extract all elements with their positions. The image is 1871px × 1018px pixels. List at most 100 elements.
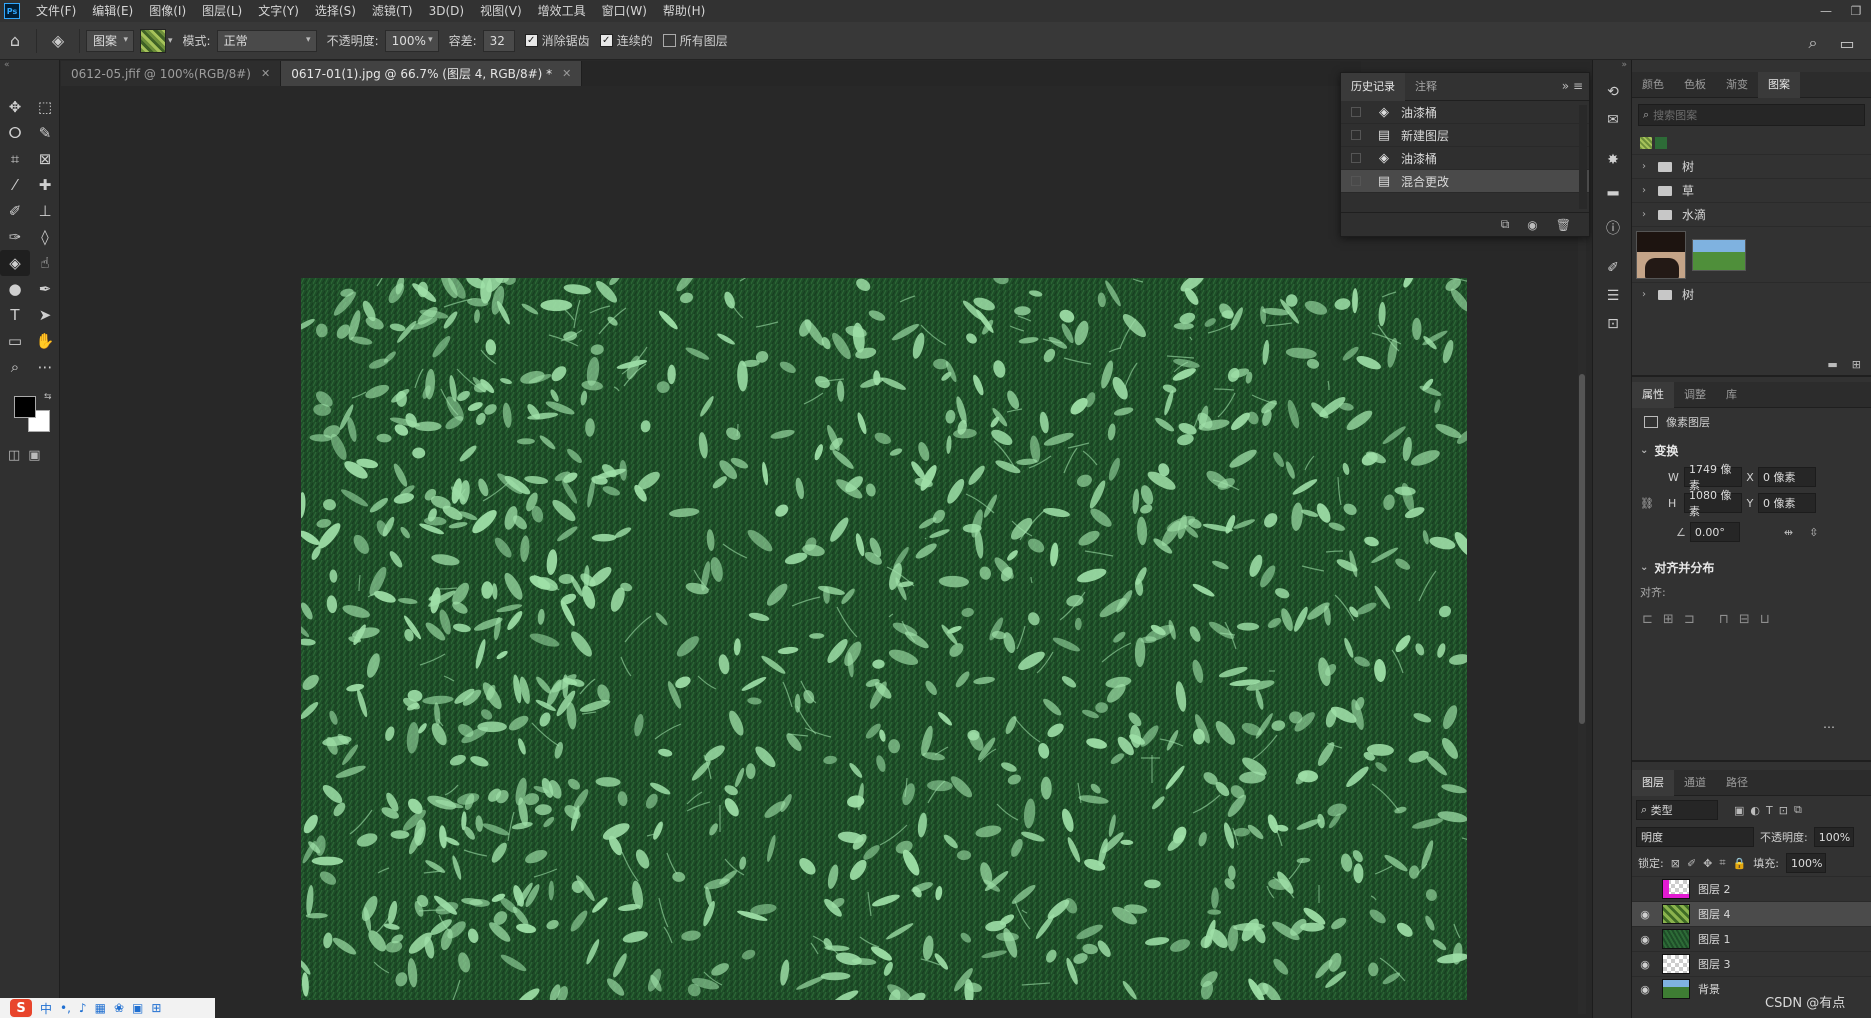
menu-file[interactable]: 文件(F)	[28, 0, 84, 22]
align-top-icon[interactable]: ⊓	[1719, 612, 1729, 627]
paint-bucket-preset-icon[interactable]: ◈	[43, 26, 73, 56]
lock-pixels-icon[interactable]: ✐	[1687, 857, 1696, 870]
lock-artboard-icon[interactable]: ⌗	[1719, 856, 1725, 870]
menu-select[interactable]: 选择(S)	[307, 0, 364, 22]
menu-plugins[interactable]: 增效工具	[530, 0, 594, 22]
collapse-icon[interactable]: «	[0, 60, 59, 70]
layer-row[interactable]: ◉ 图层 3	[1632, 951, 1871, 976]
type-filter-icon[interactable]: T	[1766, 804, 1773, 817]
history-item[interactable]: ▤ 新建图层	[1341, 124, 1589, 147]
opacity-field[interactable]: 100% ▾	[384, 29, 439, 52]
flip-vertical-icon[interactable]: ⇳	[1809, 526, 1818, 539]
eye-icon[interactable]: ◉	[1632, 958, 1658, 971]
fill-field[interactable]: 100%	[1786, 853, 1826, 873]
hand-tool-icon[interactable]: ✋	[30, 328, 60, 354]
move-tool-icon[interactable]: ✥	[0, 94, 30, 120]
folder-icon[interactable]: ▬	[1827, 358, 1837, 371]
align-bottom-icon[interactable]: ⊔	[1760, 612, 1770, 627]
keyboard-icon[interactable]: ▦	[95, 1001, 106, 1015]
history-checkbox[interactable]	[1351, 153, 1361, 163]
quick-select-tool-icon[interactable]: ✎	[30, 120, 60, 146]
lasso-tool-icon[interactable]: ⵔ	[0, 120, 30, 146]
menu-help[interactable]: 帮助(H)	[655, 0, 713, 22]
menu-view[interactable]: 视图(V)	[472, 0, 530, 22]
visibility-toggle[interactable]	[1632, 883, 1658, 896]
tab-color[interactable]: 颜色	[1632, 72, 1674, 98]
history-checkbox[interactable]	[1351, 130, 1361, 140]
pattern-group[interactable]: › 树	[1632, 282, 1871, 306]
history-icon[interactable]: ⟲	[1593, 78, 1633, 106]
menu-edit[interactable]: 编辑(E)	[84, 0, 141, 22]
align-right-icon[interactable]: ⊐	[1684, 612, 1695, 627]
lock-all-icon[interactable]: 🔒	[1733, 857, 1747, 870]
brush-settings-icon[interactable]: ✐	[1593, 254, 1633, 282]
align-hcenter-icon[interactable]: ⊞	[1663, 612, 1674, 627]
layer-opacity-field[interactable]: 100%	[1813, 827, 1854, 847]
pen-tool-icon[interactable]: ✒	[30, 276, 60, 302]
comment-icon[interactable]: ✉	[1593, 106, 1633, 134]
angle-field[interactable]: 0.00°	[1689, 522, 1740, 542]
home-icon[interactable]: ⌂	[0, 26, 30, 56]
chevron-down-icon[interactable]: ▾	[168, 36, 173, 46]
ime-punctuation-icon[interactable]: •,	[60, 1001, 71, 1015]
tab-paths[interactable]: 路径	[1716, 770, 1758, 796]
fill-source-select[interactable]: 图案 ▾	[86, 29, 134, 52]
menu-type[interactable]: 文字(Y)	[250, 0, 307, 22]
layer-row[interactable]: 图层 2	[1632, 876, 1871, 901]
type-tool-icon[interactable]: T	[0, 302, 30, 328]
tab-channels[interactable]: 通道	[1674, 770, 1716, 796]
tab-notes[interactable]: 注释	[1405, 73, 1447, 101]
pattern-group[interactable]: › 树	[1632, 154, 1871, 178]
eye-icon[interactable]: ◉	[1632, 983, 1658, 996]
toolbox-icon[interactable]: ▣	[132, 1001, 143, 1015]
tab-swatches[interactable]: 色板	[1674, 72, 1716, 98]
navigator-icon[interactable]: ✸	[1593, 146, 1633, 174]
workspace-icon[interactable]: ▭	[1835, 28, 1859, 58]
mode-select[interactable]: 正常 ▾	[216, 29, 317, 52]
menu-layer[interactable]: 图层(L)	[194, 0, 250, 22]
blend-mode-select[interactable]: 明度	[1636, 827, 1754, 847]
smudge-tool-icon[interactable]: ☝	[30, 250, 60, 276]
recent-pattern-swatch[interactable]	[1640, 137, 1652, 149]
swap-colors-icon[interactable]: ⇆	[44, 392, 52, 402]
minimize-icon[interactable]: —	[1811, 0, 1841, 22]
width-field[interactable]: 1749 像素	[1684, 463, 1742, 492]
lock-transparent-icon[interactable]: ⊠	[1671, 857, 1680, 870]
pattern-group[interactable]: › 水滴	[1632, 202, 1871, 226]
more-options-icon[interactable]: ⋯	[1823, 720, 1835, 734]
transform-header[interactable]: ⌄ 变换	[1632, 436, 1871, 464]
foreground-color[interactable]	[14, 396, 36, 418]
eye-icon[interactable]: ◉	[1632, 933, 1658, 946]
tab-libraries[interactable]: 库	[1716, 382, 1747, 408]
close-icon[interactable]: ✕	[562, 67, 571, 80]
camera-icon[interactable]: ◉	[1527, 218, 1537, 232]
history-brush-icon[interactable]: ✑	[0, 224, 30, 250]
antialias-checkbox[interactable]: ✓	[524, 34, 538, 47]
recent-pattern-swatch[interactable]	[1655, 137, 1667, 149]
history-item[interactable]: ◈ 油漆桶	[1341, 101, 1589, 124]
tab-layers[interactable]: 图层	[1632, 769, 1674, 796]
all-layers-checkbox[interactable]	[662, 34, 676, 47]
pattern-picker[interactable]	[140, 28, 166, 53]
menu-window[interactable]: 窗口(W)	[594, 0, 655, 22]
adjust-icon[interactable]: ☰	[1593, 282, 1633, 310]
layer-row[interactable]: ◉ 图层 1	[1632, 926, 1871, 951]
adjustment-filter-icon[interactable]: ◐	[1750, 804, 1760, 817]
history-item[interactable]: ▤ 混合更改	[1341, 170, 1589, 193]
stamp-tool-icon[interactable]: ⊥	[30, 198, 60, 224]
brush-tool-icon[interactable]: ✐	[0, 198, 30, 224]
menu-3d[interactable]: 3D(D)	[421, 0, 472, 22]
pattern-search-input[interactable]: ⌕ 搜索图案	[1638, 104, 1865, 126]
menu-image[interactable]: 图像(I)	[141, 0, 194, 22]
healing-brush-icon[interactable]: ✚	[30, 172, 60, 198]
tab-properties[interactable]: 属性	[1632, 381, 1674, 408]
ime-logo[interactable]: S	[10, 999, 32, 1017]
search-icon[interactable]: ⌕	[1801, 28, 1825, 58]
history-checkbox[interactable]	[1351, 107, 1361, 117]
quick-mask-icon[interactable]: ◫	[8, 448, 20, 463]
eye-icon[interactable]: ◉	[1632, 908, 1658, 921]
eyedropper-tool-icon[interactable]: ⁄	[0, 172, 30, 198]
artwork-image[interactable]	[301, 278, 1467, 1000]
crop-tool-icon[interactable]: ⌗	[0, 146, 30, 172]
menu-filter[interactable]: 滤镜(T)	[364, 0, 421, 22]
